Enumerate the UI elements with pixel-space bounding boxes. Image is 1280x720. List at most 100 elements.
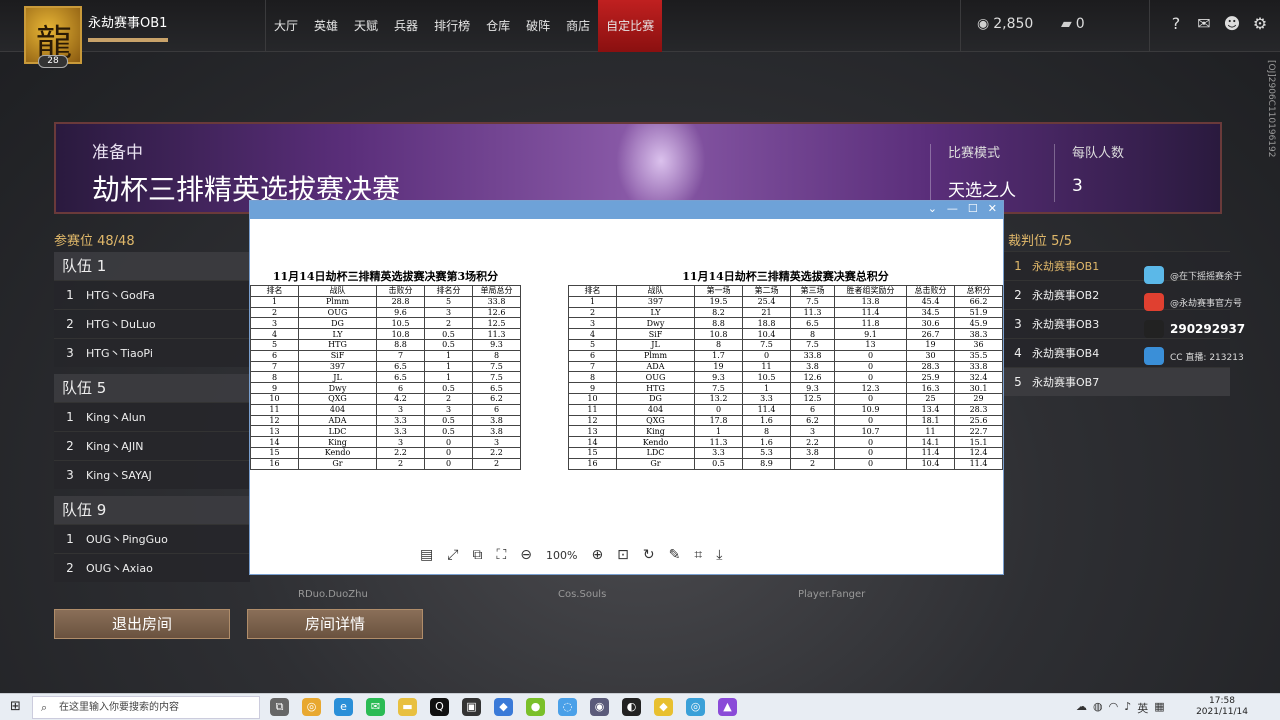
- team-member-row[interactable]: 1 HTG丶GodFa: [54, 280, 250, 309]
- security-icon[interactable]: ◍: [1093, 700, 1103, 716]
- table-cell: 7.5: [694, 382, 743, 394]
- zoom-out-icon[interactable]: ⊖: [520, 547, 532, 563]
- download-icon[interactable]: ⤓: [716, 547, 722, 563]
- table-cell: 2: [376, 457, 425, 470]
- chrome-icon[interactable]: ◎: [302, 698, 321, 716]
- table-cell: 10.8: [376, 328, 425, 340]
- team-member-row[interactable]: 2 OUG丶Axiao: [54, 553, 250, 582]
- one-to-one-icon[interactable]: ⊡: [617, 547, 629, 563]
- team-member-row[interactable]: 2 King丶AJIN: [54, 431, 250, 460]
- nav-item[interactable]: 大厅: [266, 0, 306, 52]
- table-cell: 5: [424, 295, 473, 308]
- nav-item[interactable]: 排行榜: [426, 0, 478, 52]
- nav-item[interactable]: 自定比赛: [598, 0, 663, 52]
- settings-gear-icon[interactable]: ⚙: [1250, 14, 1270, 33]
- crop-icon[interactable]: ⌗: [694, 547, 702, 563]
- table-cell: 0: [834, 392, 907, 405]
- table-cell: 397: [616, 295, 695, 308]
- table-row: 11 404 3 3 6: [250, 403, 521, 416]
- keyboard-icon[interactable]: ▦: [1154, 700, 1164, 716]
- close-icon[interactable]: ✕: [988, 202, 997, 215]
- table-cell: JL: [616, 338, 695, 351]
- table-cell: 2: [790, 457, 835, 470]
- help-icon[interactable]: ?: [1166, 14, 1186, 33]
- thumbnail-icon[interactable]: ▤: [420, 547, 433, 563]
- nav-item[interactable]: 兵器: [386, 0, 426, 52]
- mail-icon[interactable]: ✉: [1194, 14, 1214, 33]
- team-member-row[interactable]: 3 King丶SAYAJ: [54, 460, 250, 489]
- friends-icon[interactable]: ☻: [1222, 14, 1242, 33]
- player-name: 永劫赛事OB1: [88, 16, 168, 31]
- team-member-row[interactable]: 1 King丶Alun: [54, 402, 250, 431]
- task-view-icon[interactable]: ⧉: [270, 698, 289, 716]
- table-cell: 6.5: [376, 360, 425, 373]
- team-card: 队伍 9 1 OUG丶PingGuo 2 OUG丶Axiao: [54, 496, 250, 582]
- table-cell: 28.8: [376, 295, 425, 308]
- media-icon[interactable]: ◉: [590, 698, 609, 716]
- chevron-down-icon[interactable]: ⌄: [928, 202, 937, 215]
- qq-icon[interactable]: Q: [430, 698, 449, 716]
- zoom-in-icon[interactable]: ⊕: [591, 547, 603, 563]
- referee-label: 裁判位 5/5: [1008, 234, 1073, 249]
- nav-item[interactable]: 英雄: [306, 0, 346, 52]
- team-member-row[interactable]: 3 HTG丶TiaoPi: [54, 338, 250, 367]
- weibo-icon: [1144, 293, 1164, 311]
- member-name: King丶SAYAJ: [86, 469, 152, 482]
- referee-slot-number: 2: [1014, 288, 1022, 302]
- table-cell: 14: [568, 436, 617, 448]
- wifi-icon[interactable]: ◠: [1109, 700, 1119, 716]
- referee-row[interactable]: 5 永劫赛事OB7: [1004, 367, 1230, 396]
- browser-icon[interactable]: ◎: [686, 698, 705, 716]
- nav-item[interactable]: 商店: [558, 0, 598, 52]
- table-cell: 13: [834, 338, 907, 351]
- member-name: HTG丶GodFa: [86, 289, 155, 302]
- ime-indicator[interactable]: 英: [1137, 700, 1148, 716]
- game-icon[interactable]: ◆: [654, 698, 673, 716]
- store-icon[interactable]: ▣: [462, 698, 481, 716]
- wechat-icon[interactable]: ✉: [366, 698, 385, 716]
- sheet-title: 11月14日劫杯三排精英选拔赛决赛第3场积分: [272, 270, 499, 283]
- nav-item[interactable]: 破阵: [518, 0, 558, 52]
- table-cell: 11.4: [834, 306, 907, 319]
- obs-icon[interactable]: ◐: [622, 698, 641, 716]
- chat-icon[interactable]: ◌: [558, 698, 577, 716]
- nav-item[interactable]: 仓库: [478, 0, 518, 52]
- table-cell: 15.1: [954, 436, 1003, 448]
- table-cell: 4: [568, 328, 617, 340]
- rotate-icon[interactable]: ↻: [643, 547, 655, 563]
- table-cell: 45.9: [954, 317, 1003, 330]
- table-cell: 9: [568, 382, 617, 394]
- game3-score-sheet: 11月14日劫杯三排精英选拔赛决赛第3场积分 排名 战队 击败分 排名分 单局总分 1 Pl…: [250, 269, 521, 470]
- table-cell: 7.5: [742, 338, 791, 351]
- team-member-row[interactable]: 1 OUG丶PingGuo: [54, 524, 250, 553]
- volume-icon[interactable]: ♪: [1124, 700, 1131, 716]
- table-cell: 2: [424, 392, 473, 405]
- vscode-icon[interactable]: ◆: [494, 698, 513, 716]
- nav-item[interactable]: 天赋: [346, 0, 386, 52]
- taskbar-search-box[interactable]: ⌕ 在这里输入你要搜索的内容: [32, 696, 260, 719]
- cloud-icon[interactable]: ☁: [1076, 700, 1087, 716]
- table-cell: 9.3: [790, 382, 835, 394]
- table-cell: 3.3: [376, 425, 425, 438]
- folder-icon[interactable]: ▬: [398, 698, 417, 716]
- exit-room-button[interactable]: 退出房间: [54, 609, 230, 639]
- referee-name: 永劫赛事OB3: [1032, 318, 1100, 331]
- edge-icon[interactable]: e: [334, 698, 353, 716]
- actual-size-icon[interactable]: ⛶: [496, 547, 506, 563]
- table-cell: 12.6: [472, 306, 521, 319]
- game-launcher-icon[interactable]: ●: [526, 698, 545, 716]
- fit-screen-icon[interactable]: ⤢: [447, 547, 458, 563]
- referee-slot-number: 4: [1014, 346, 1022, 360]
- maximize-icon[interactable]: ☐: [968, 202, 978, 215]
- windows-start-icon[interactable]: ⊞: [10, 699, 21, 714]
- team-member-row[interactable]: 2 HTG丶DuLuo: [54, 309, 250, 338]
- room-details-button[interactable]: 房间详情: [247, 609, 423, 639]
- score-table: 排名 战队 击败分 排名分 单局总分 1 Plmm 28.8 5 33.8 2 OUG 9.6 3 12.6…: [250, 285, 521, 470]
- team-name: 队伍 5: [54, 374, 250, 402]
- taskbar-clock[interactable]: 17:58 2021/11/14: [1196, 696, 1248, 718]
- compare-icon[interactable]: ⧉: [472, 547, 482, 563]
- table-cell: 21: [742, 306, 791, 319]
- app-icon[interactable]: ▲: [718, 698, 737, 716]
- minimize-icon[interactable]: —: [947, 202, 958, 215]
- edit-icon[interactable]: ✎: [669, 547, 681, 563]
